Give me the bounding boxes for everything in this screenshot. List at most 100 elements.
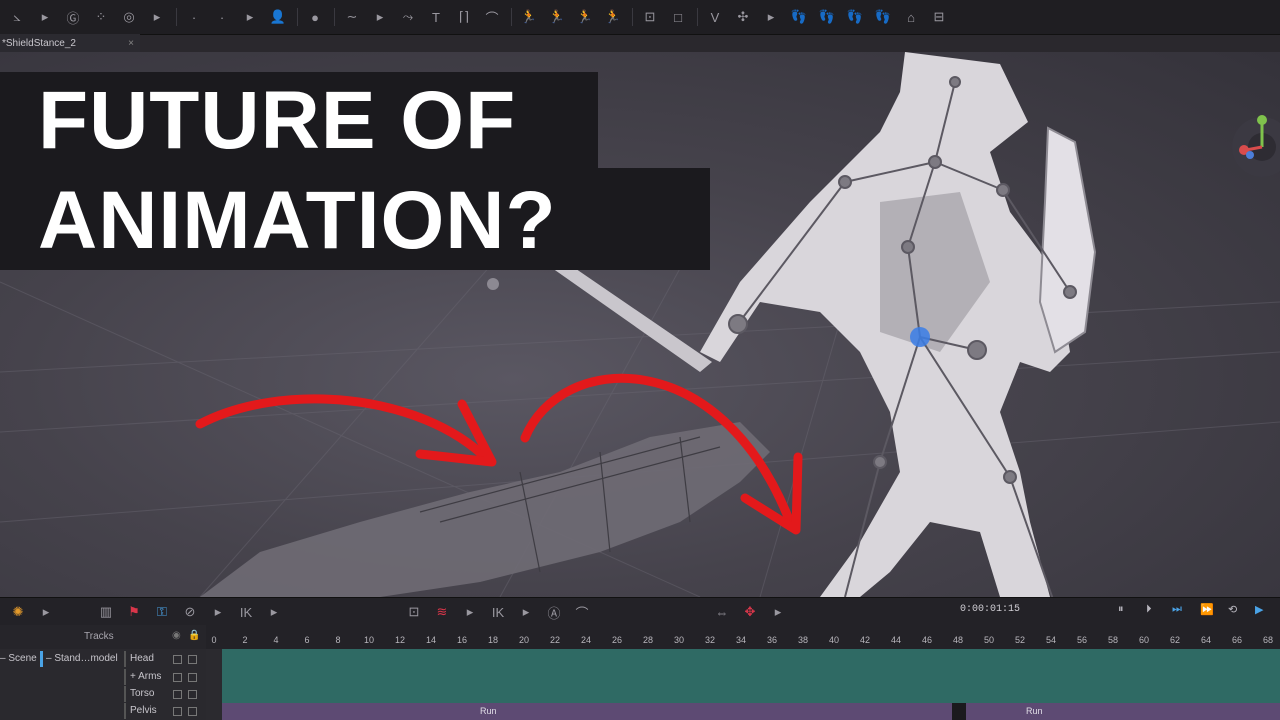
ruler-tick: 26 [611,635,623,645]
bezier-icon[interactable]: ⌒ [481,6,503,28]
animation-layer-lane[interactable] [222,649,1280,703]
ruler-tick: 50 [983,635,995,645]
move-icon[interactable]: ✥ [740,602,760,622]
dropdown-arrow-icon[interactable]: ▸ [36,602,56,622]
ruler-tick: 6 [304,635,310,645]
flag-icon[interactable]: ⚑ [124,602,144,622]
timecode-display[interactable]: 0:00:01:15 [960,604,1020,615]
dropdown-arrow-icon[interactable]: ▸ [239,6,261,28]
v-shape-icon[interactable]: V [704,6,726,28]
visibility-icon[interactable]: ◉ [172,630,181,641]
ruler-tick: 22 [549,635,561,645]
run-icon[interactable]: 🏃 [602,6,624,28]
character-icon[interactable]: 👤 [267,6,289,28]
next-key-icon[interactable]: ⏭ [1172,603,1182,616]
main-toolbar: ⦣ ▸ Ⓖ ⁘ ◎ ▸ · · ▸ 👤 ● ∼ ▸ ⤳ T ⌈⌉ ⌒ 🏃 🏃 🏃… [0,0,1280,35]
tracks-label: Tracks [84,631,114,642]
fast-forward-icon[interactable]: ⏩ [1200,603,1214,616]
ik-icon[interactable]: IK [236,602,256,622]
scene-node[interactable]: – Scene [0,651,37,667]
book-icon[interactable]: ▥ [96,602,116,622]
track-checkbox[interactable] [188,690,197,699]
run-icon[interactable]: 🏃 [518,6,540,28]
group-icon[interactable]: Ⓖ [62,6,84,28]
pose-icon[interactable]: Ⓐ [544,602,564,622]
close-icon[interactable]: × [128,38,134,49]
dropdown-arrow-icon[interactable]: ▸ [146,6,168,28]
track-checkbox[interactable] [173,707,182,716]
dropdown-arrow-icon[interactable]: ▸ [369,6,391,28]
dropdown-arrow-icon[interactable]: ▸ [264,602,284,622]
dropdown-arrow-icon[interactable]: ▸ [516,602,536,622]
align-icon[interactable]: ⊟ [928,6,950,28]
ruler-tick: 54 [1045,635,1057,645]
bezier-icon[interactable]: ⌒ [572,602,592,622]
ruler-tick: 14 [425,635,437,645]
ruler-tick: 56 [1076,635,1088,645]
track-pelvis[interactable]: Pelvis [124,703,157,719]
gear-icon[interactable]: ✺ [8,602,28,622]
clip-label: Run [480,706,497,716]
track-checkbox[interactable] [173,673,182,682]
play-icon[interactable]: ▶ [1255,603,1263,616]
ruler-tick: 52 [1014,635,1026,645]
track-arms[interactable]: + Arms [124,669,161,685]
run-icon[interactable]: 🏃 [574,6,596,28]
navigation-gizmo[interactable] [1228,110,1280,184]
ruler-tick: 60 [1138,635,1150,645]
curve-icon[interactable]: ∼ [341,6,363,28]
track-lanes[interactable]: Run Run [206,649,1280,720]
footprint-icon[interactable]: 👣 [816,6,838,28]
dot-icon[interactable]: · [211,6,233,28]
wave-icon[interactable]: ≋ [432,602,452,622]
track-checkbox[interactable] [173,690,182,699]
model-node[interactable]: – Stand…model [40,651,118,667]
dot-icon[interactable]: · [183,6,205,28]
frame-icon[interactable]: ⊡ [639,6,661,28]
track-torso[interactable]: Torso [124,686,154,702]
axis-icon[interactable]: ⦣ [6,6,28,28]
ruler-tick: 64 [1200,635,1212,645]
footprint-icon[interactable]: 👣 [844,6,866,28]
track-head[interactable]: Head [124,651,154,667]
divider [334,8,335,26]
pause-icon[interactable]: ⏸ [1118,603,1124,616]
motion-clip-lane[interactable]: Run Run [222,703,1280,720]
run-icon[interactable]: 🏃 [546,6,568,28]
ruler-tick: 32 [704,635,716,645]
dropdown-arrow-icon[interactable]: ▸ [34,6,56,28]
playhead[interactable] [952,703,966,720]
footprint-icon[interactable]: 👣 [788,6,810,28]
track-checkbox[interactable] [188,655,197,664]
square-icon[interactable]: □ [667,6,689,28]
slide-icon[interactable]: ⇔ [712,602,732,622]
dropdown-arrow-icon[interactable]: ▸ [208,602,228,622]
ruler-tick: 30 [673,635,685,645]
snap-icon[interactable]: ⁘ [90,6,112,28]
ik-icon[interactable]: IK [488,602,508,622]
forbidden-icon[interactable]: ⊘ [180,602,200,622]
track-checkbox[interactable] [188,707,197,716]
dropdown-arrow-icon[interactable]: ▸ [460,602,480,622]
document-tab[interactable]: *ShieldStance_2 × [0,34,140,52]
lock-icon[interactable]: 🔒 [188,630,200,641]
track-checkbox[interactable] [188,673,197,682]
loop-icon[interactable]: ⟲ [1228,603,1237,616]
time-ruler[interactable]: 0 2 4 6 8 10 12 14 16 18 20 22 24 26 28 30 32 34 36 38 40 42 4… [206,625,1280,649]
key-icon[interactable]: ⚿ [152,602,172,622]
step-forward-icon[interactable]: ⏵ [1146,603,1152,616]
ruler-tick: 58 [1107,635,1119,645]
skeleton-icon[interactable]: ✣ [732,6,754,28]
text-icon[interactable]: T [425,6,447,28]
dropdown-arrow-icon[interactable]: ▸ [768,602,788,622]
footprint-icon[interactable]: 👣 [872,6,894,28]
path-icon[interactable]: ⤳ [397,6,419,28]
rig-icon[interactable]: ⌂ [900,6,922,28]
sphere-icon[interactable]: ● [304,6,326,28]
frame-select-icon[interactable]: ⊡ [404,602,424,622]
track-checkbox[interactable] [173,655,182,664]
bracket-icon[interactable]: ⌈⌉ [453,6,475,28]
spiral-icon[interactable]: ◎ [118,6,140,28]
clip-label: Run [1026,706,1043,716]
dropdown-arrow-icon[interactable]: ▸ [760,6,782,28]
